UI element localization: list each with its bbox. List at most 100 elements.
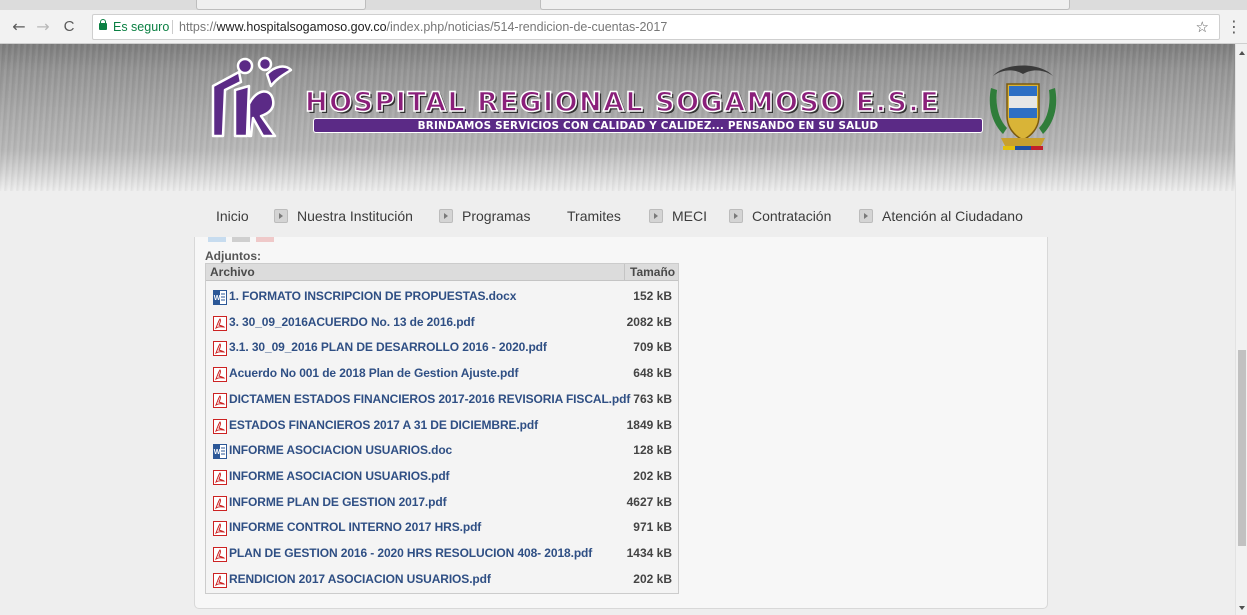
nav-item-meci[interactable]: MECI (649, 204, 707, 228)
forward-icon[interactable]: → (32, 16, 54, 38)
pdf-file-icon (213, 315, 227, 331)
attachment-size: 202 kB (633, 571, 672, 586)
attachment-size: 1434 kB (626, 546, 672, 560)
attachment-link[interactable]: 3.1. 30_09_2016 PLAN DE DESARROLLO 2016 … (229, 335, 547, 360)
attachment-row: W INFORME ASOCIACION USUARIOS.doc 128 kB (206, 438, 678, 463)
attachments-table: Archivo Tamaño W 1. FORMATO INSCRIPCION D… (205, 263, 679, 594)
attachment-link[interactable]: RENDICION 2017 ASOCIACION USUARIOS.pdf (229, 567, 491, 592)
page-scrollbar[interactable] (1235, 44, 1247, 615)
pdf-file-icon (213, 520, 227, 537)
attachment-link[interactable]: 3. 30_09_2016ACUERDO No. 13 de 2016.pdf (229, 310, 475, 335)
bookmark-star-icon[interactable]: ☆ (1196, 15, 1209, 39)
nav-item-contratacion[interactable]: Contratación (729, 204, 831, 228)
main-navigation: Inicio Nuestra Institución Programas Tra… (210, 204, 1040, 228)
back-icon[interactable]: ← (8, 16, 30, 38)
reload-icon[interactable]: C (58, 16, 80, 38)
word-file-icon: W (213, 289, 227, 305)
page-viewport: HOSPITAL REGIONAL SOGAMOSO E.S.E BRINDAM… (0, 44, 1235, 615)
attachment-size: 1849 kB (626, 417, 672, 432)
hospital-name-title: HOSPITAL REGIONAL SOGAMOSO E.S.E (304, 87, 941, 119)
attachment-link[interactable]: INFORME PLAN DE GESTION 2017.pdf (229, 490, 447, 515)
url-path: /index.php/noticias/514-rendicion-de-cue… (386, 20, 668, 34)
scrollbar-thumb[interactable] (1238, 350, 1246, 546)
pdf-file-icon (213, 469, 227, 485)
hospital-logo-icon[interactable] (205, 52, 295, 138)
coat-of-arms-icon (989, 65, 1057, 150)
pdf-file-icon (213, 366, 227, 383)
hospital-slogan: BRINDAMOS SERVICIOS CON CALIDAD Y CALIDE… (313, 118, 983, 133)
nav-bullet-icon (274, 209, 288, 223)
column-header-file: Archivo (210, 265, 255, 279)
pdf-file-icon (213, 572, 227, 588)
attachment-size: 971 kB (633, 520, 672, 535)
attachment-row: RENDICION 2017 ASOCIACION USUARIOS.pdf 20… (206, 567, 678, 592)
attachment-row: PLAN DE GESTION 2016 - 2020 HRS RESOLUCI… (206, 541, 678, 566)
url-host: www.hospitalsogamoso.gov.co (216, 20, 387, 34)
pdf-file-icon (213, 546, 227, 562)
nav-item-label: Programas (462, 208, 531, 224)
nav-item-label: Atención al Ciudadano (882, 208, 1023, 224)
browser-tab[interactable] (196, 0, 366, 10)
nav-bullet-icon (439, 209, 453, 223)
attachment-size: 152 kB (633, 289, 672, 303)
secure-label: Es seguro (113, 20, 170, 34)
attachment-link[interactable]: INFORME ASOCIACION USUARIOS.pdf (229, 464, 450, 489)
address-separator (172, 20, 173, 34)
address-bar[interactable]: Es seguro https://www.hospitalsogamoso.g… (92, 14, 1220, 40)
attachment-row: INFORME CONTROL INTERNO 2017 HRS.pdf 971 … (206, 515, 678, 540)
attachment-size: 648 kB (633, 366, 672, 381)
pdf-file-icon (213, 392, 227, 408)
column-header-size: Tamaño (624, 264, 678, 281)
svg-text:W: W (214, 449, 221, 456)
attachment-link[interactable]: PLAN DE GESTION 2016 - 2020 HRS RESOLUCI… (229, 541, 592, 566)
attachment-row: 3. 30_09_2016ACUERDO No. 13 de 2016.pdf 2… (206, 310, 678, 335)
attachment-link[interactable]: ESTADOS FINANCIEROS 2017 A 31 DE DICIEMB… (229, 413, 538, 438)
url-text[interactable]: https://www.hospitalsogamoso.gov.co/inde… (179, 15, 667, 39)
nav-item-programas[interactable]: Programas (439, 204, 530, 228)
nav-bullet-icon (859, 209, 873, 223)
attachment-link[interactable]: DICTAMEN ESTADOS FINANCIEROS 2017-2016 R… (229, 387, 630, 412)
browser-tab-strip (0, 0, 1247, 10)
share-icon[interactable] (256, 237, 274, 242)
attachment-row: W 1. FORMATO INSCRIPCION DE PROPUESTAS.do… (206, 284, 678, 309)
scroll-down-arrow-icon[interactable] (1239, 606, 1245, 610)
browser-menu-icon[interactable]: ⋮ (1226, 16, 1242, 38)
attachment-link[interactable]: INFORME ASOCIACION USUARIOS.doc (229, 438, 452, 463)
scroll-up-arrow-icon[interactable] (1239, 51, 1245, 55)
nav-bullet-icon (649, 209, 663, 223)
word-file-icon: W (213, 443, 227, 460)
nav-item-label: Nuestra Institución (297, 208, 413, 224)
attachment-size: 2082 kB (626, 314, 672, 329)
attachment-size: 763 kB (633, 391, 672, 406)
svg-text:W: W (214, 295, 221, 302)
attachment-link[interactable]: INFORME CONTROL INTERNO 2017 HRS.pdf (229, 515, 481, 540)
browser-tab[interactable] (540, 0, 1070, 10)
nav-item-nuestra-institucion[interactable]: Nuestra Institución (274, 204, 413, 228)
pdf-file-icon (213, 340, 227, 357)
attachment-size: 709 kB (633, 340, 672, 355)
site-header-banner: HOSPITAL REGIONAL SOGAMOSO E.S.E BRINDAM… (0, 44, 1235, 191)
nav-item-label: Tramites (567, 208, 621, 224)
nav-item-label: Contratación (752, 208, 832, 224)
attachments-heading: Adjuntos: (205, 249, 261, 263)
nav-item-atencion-al-ciudadano[interactable]: Atención al Ciudadano (859, 204, 1023, 228)
nav-item-label: Inicio (216, 208, 249, 224)
nav-item-tramites[interactable]: Tramites (567, 204, 621, 228)
attachment-row: DICTAMEN ESTADOS FINANCIEROS 2017-2016 R… (206, 387, 678, 412)
attachment-link[interactable]: 1. FORMATO INSCRIPCION DE PROPUESTAS.doc… (229, 284, 516, 309)
attachment-size: 202 kB (633, 468, 672, 483)
nav-item-label: MECI (672, 208, 707, 224)
share-icon[interactable] (208, 237, 226, 242)
attachment-size: 128 kB (633, 443, 672, 458)
attachment-link[interactable]: Acuerdo No 001 de 2018 Plan de Gestion A… (229, 361, 519, 386)
attachment-row: Acuerdo No 001 de 2018 Plan de Gestion A… (206, 361, 678, 386)
attachment-row: INFORME ASOCIACION USUARIOS.pdf 202 kB (206, 464, 678, 489)
share-icon[interactable] (232, 237, 250, 242)
share-icons (208, 237, 288, 243)
attachment-row: 3.1. 30_09_2016 PLAN DE DESARROLLO 2016 … (206, 335, 678, 360)
nav-item-inicio[interactable]: Inicio (216, 204, 249, 228)
browser-toolbar: ← → C Es seguro https://www.hospitalsoga… (0, 10, 1247, 44)
attachments-table-header: Archivo Tamaño (206, 264, 678, 281)
pdf-file-icon (213, 495, 227, 511)
attachment-size: 4627 kB (626, 494, 672, 509)
